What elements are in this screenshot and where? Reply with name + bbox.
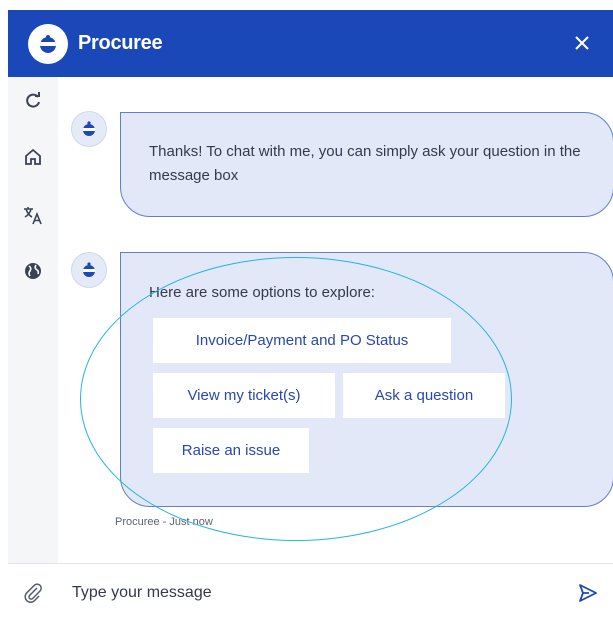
- option-invoice-payment-po-status[interactable]: Invoice/Payment and PO Status: [153, 318, 451, 363]
- translate-icon[interactable]: [21, 203, 45, 227]
- chat-area: Thanks! To chat with me, you can simply …: [58, 77, 613, 563]
- options-intro-text: Here are some options to explore:: [149, 284, 375, 301]
- send-icon[interactable]: [577, 582, 599, 604]
- chat-header: Procuree: [8, 10, 613, 77]
- bot-logo-icon: [28, 23, 68, 64]
- refresh-icon[interactable]: [21, 89, 45, 113]
- chat-title: Procuree: [78, 32, 163, 54]
- home-icon[interactable]: [21, 145, 45, 169]
- close-icon[interactable]: [567, 28, 597, 58]
- option-ask-a-question[interactable]: Ask a question: [343, 373, 505, 418]
- side-rail: [8, 77, 58, 563]
- message-text: Thanks! To chat with me, you can simply …: [149, 143, 581, 184]
- bot-options-bubble: Here are some options to explore: Invoic…: [120, 252, 613, 507]
- message-composer: [8, 563, 613, 619]
- globe-icon[interactable]: [21, 259, 45, 283]
- bot-message-bubble: Thanks! To chat with me, you can simply …: [120, 112, 613, 217]
- option-view-my-tickets[interactable]: View my ticket(s): [153, 373, 335, 418]
- bot-avatar-icon: [71, 111, 107, 147]
- option-raise-an-issue[interactable]: Raise an issue: [153, 428, 309, 473]
- bot-avatar-icon: [71, 252, 107, 288]
- message-input[interactable]: [70, 577, 534, 609]
- message-timestamp: Procuree - Just now: [115, 516, 213, 528]
- paperclip-icon[interactable]: [22, 582, 44, 604]
